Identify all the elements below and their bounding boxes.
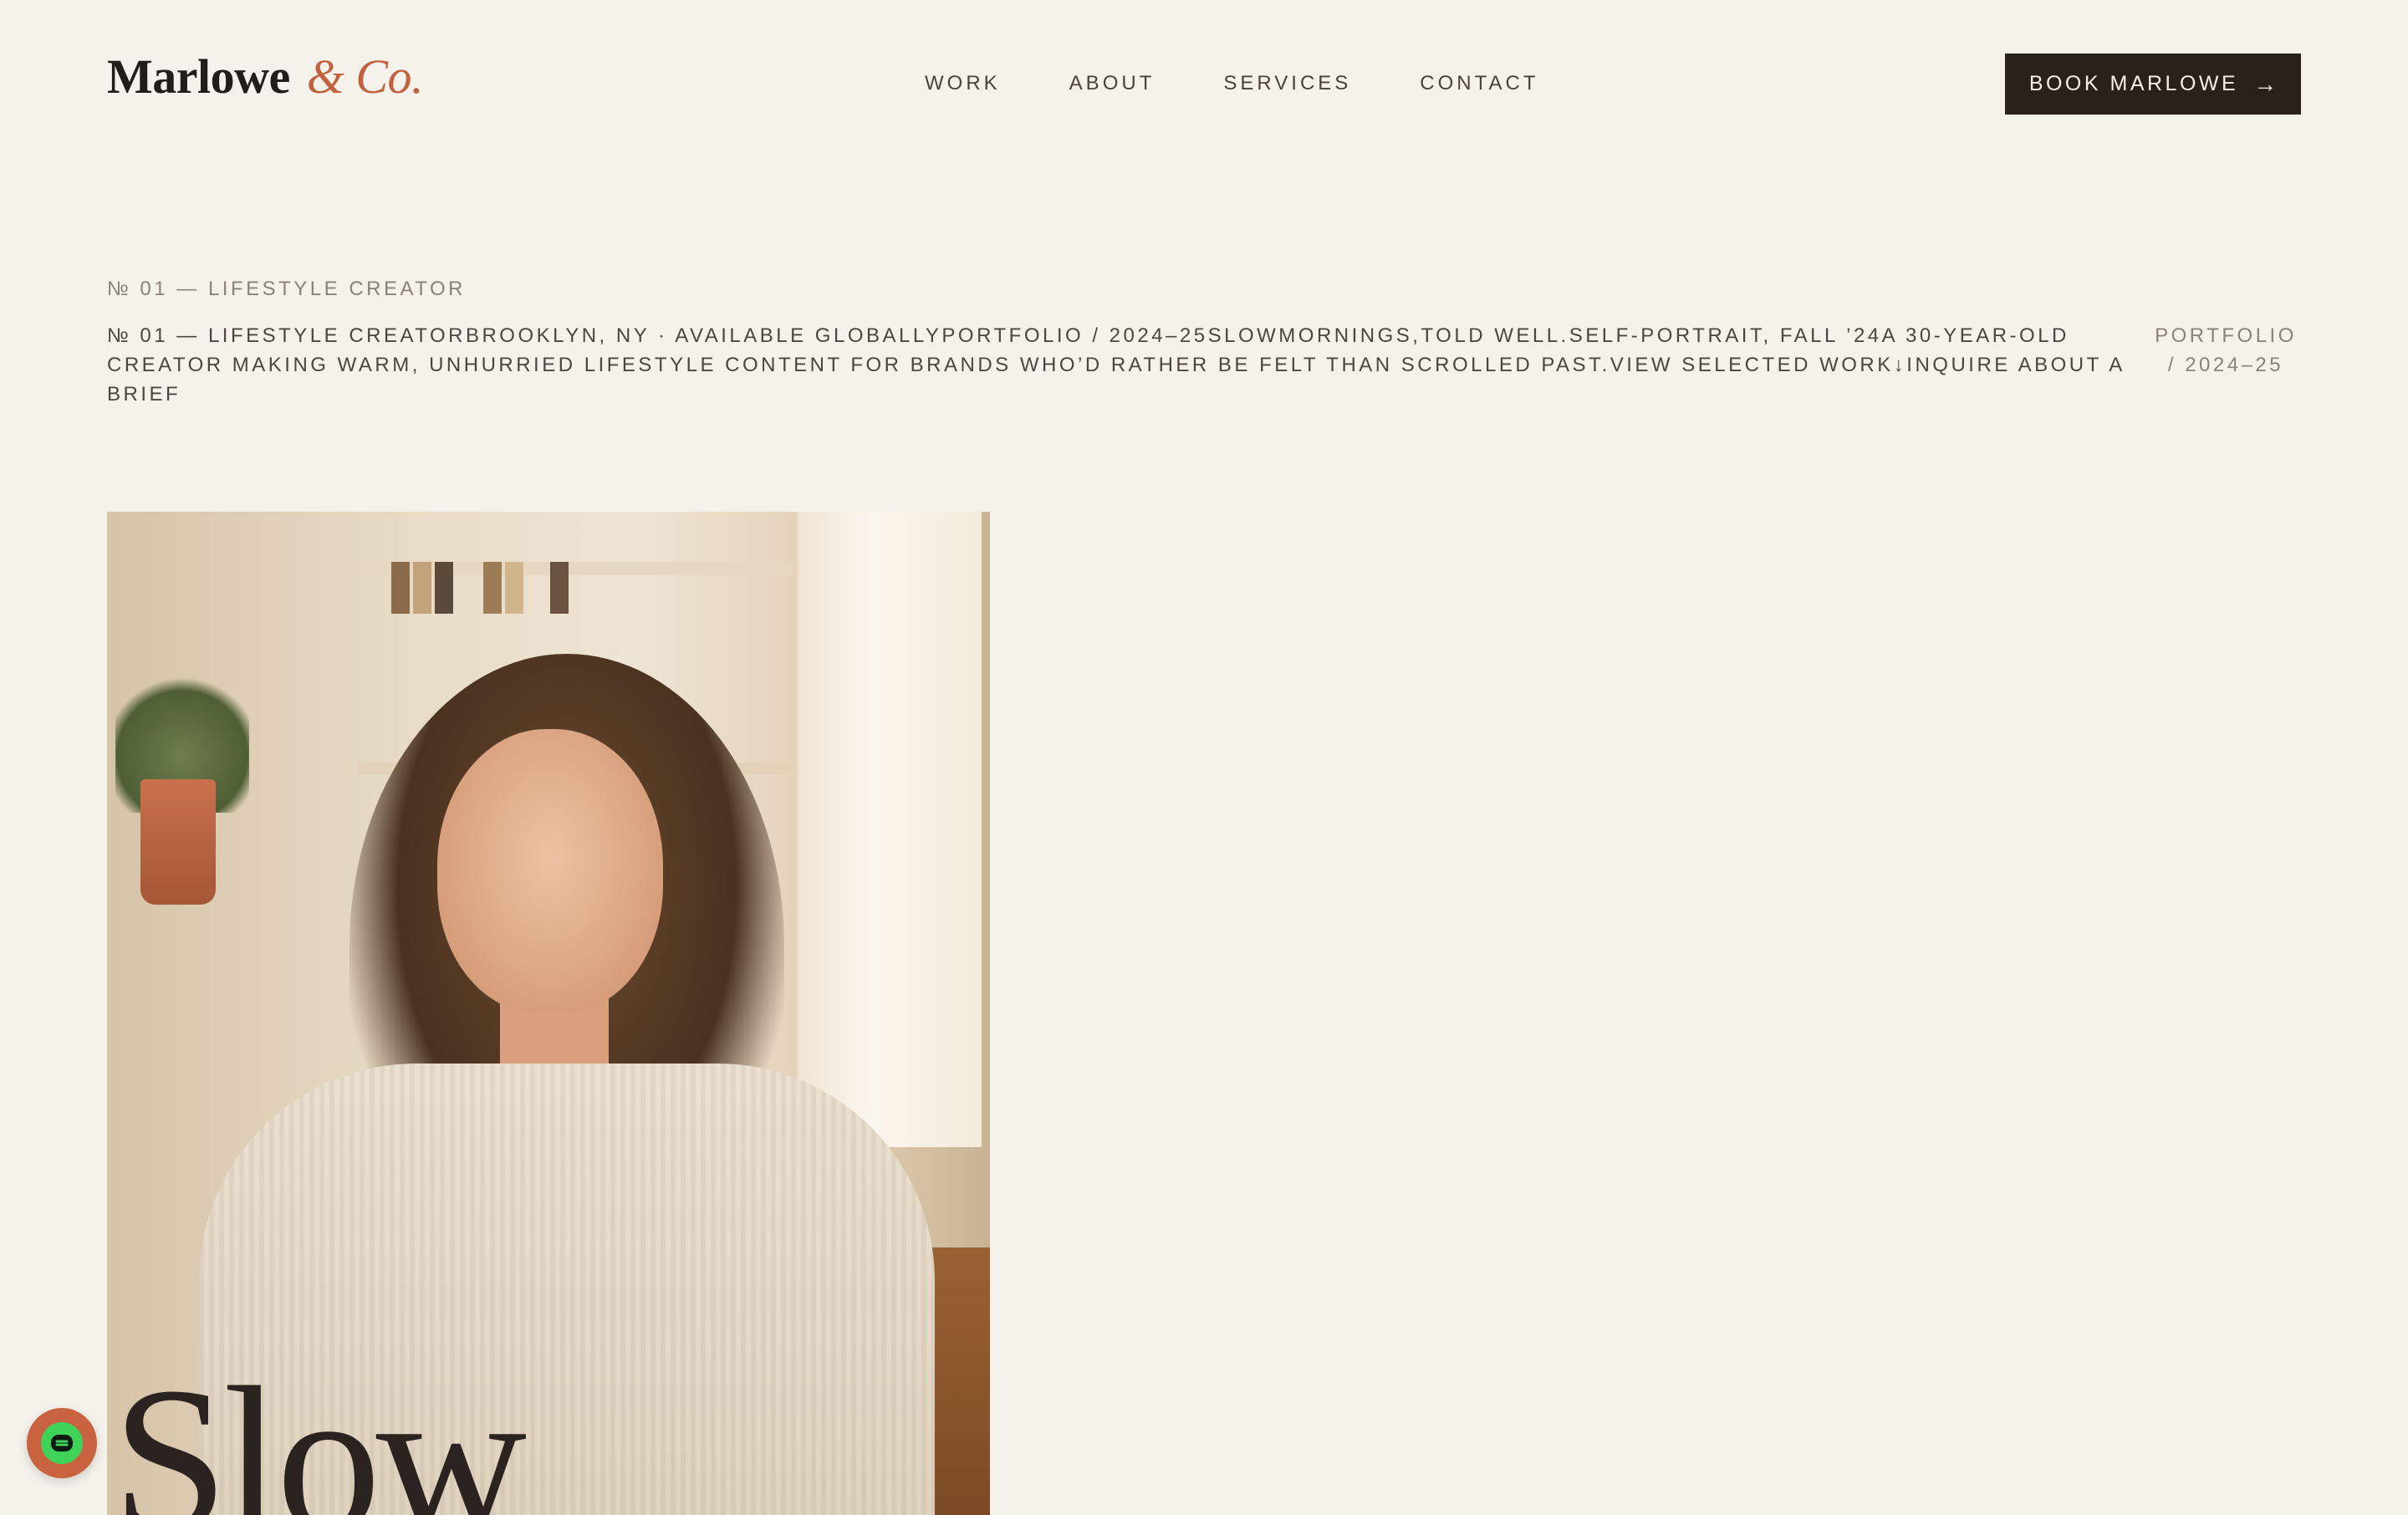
plant-pot (140, 779, 216, 905)
nav-link-about[interactable]: ABOUT (1069, 72, 1156, 95)
main-nav: WORK ABOUT SERVICES CONTACT (925, 72, 1539, 95)
book-marlowe-button[interactable]: BOOK MARLOWE → (2005, 54, 2301, 115)
nav-link-services[interactable]: SERVICES (1223, 72, 1351, 95)
book-button-label: BOOK MARLOWE (2028, 72, 2239, 95)
site-logo[interactable]: Marlowe & Co. (107, 48, 424, 105)
portfolio-side-label: PORTFOLIO / 2024–25 (2155, 324, 2297, 376)
hero-eyebrow: № 01 — LIFESTYLE CREATOR (107, 278, 466, 300)
arrow-right-icon: → (2253, 70, 2278, 97)
bookshelf (358, 562, 793, 614)
chat-widget-button[interactable] (27, 1408, 97, 1478)
window-light (798, 512, 982, 1147)
hero-portrait-photo: Slow (107, 512, 990, 1515)
nav-link-contact[interactable]: CONTACT (1420, 72, 1538, 95)
logo-name: Marlowe (107, 49, 290, 104)
hero-runon-text: № 01 — LIFESTYLE CREATORBROOKLYN, NY · A… (107, 324, 2125, 406)
portrait-face (437, 729, 663, 1013)
chat-icon (41, 1422, 83, 1464)
logo-suffix: & Co. (306, 49, 424, 104)
nav-link-work[interactable]: WORK (925, 72, 1001, 95)
hero-headline-word: Slow (112, 1344, 527, 1515)
